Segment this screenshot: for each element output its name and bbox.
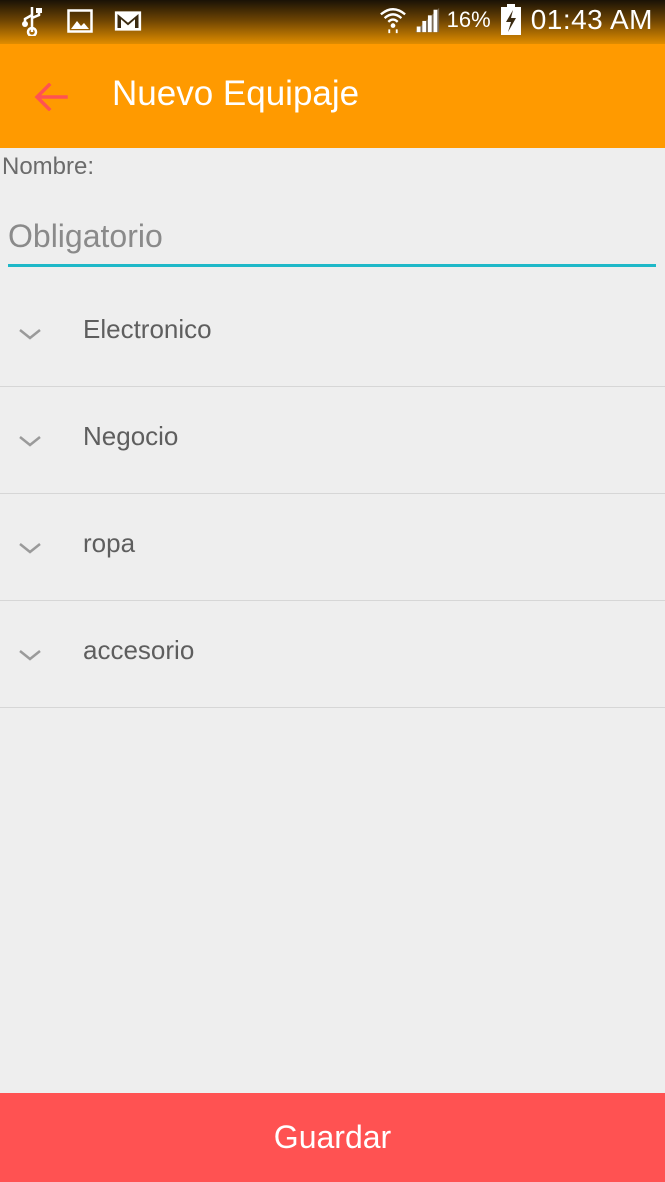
back-button[interactable]	[28, 74, 74, 120]
category-label: ropa	[83, 528, 136, 558]
app-toolbar: Nuevo Equipaje	[0, 44, 665, 148]
category-item-electronico[interactable]: Electronico	[0, 280, 665, 387]
usb-icon	[18, 6, 46, 36]
category-label: Electronico	[83, 314, 212, 344]
status-bar: 16% 01:43 AM	[0, 0, 665, 44]
category-label: Negocio	[83, 421, 179, 451]
signal-icon	[413, 5, 441, 35]
battery-percent: 16%	[446, 7, 491, 32]
arrow-back-icon	[34, 83, 68, 111]
gmail-icon	[114, 6, 142, 36]
status-bar-right: 16% 01:43 AM	[379, 4, 653, 36]
chevron-down-icon	[19, 329, 41, 340]
category-item-negocio[interactable]: Negocio	[0, 387, 665, 494]
name-label: Nombre:	[2, 153, 95, 180]
image-icon	[66, 6, 94, 36]
page-title: Nuevo Equipaje	[112, 74, 360, 113]
category-label: accesorio	[83, 635, 195, 665]
save-button[interactable]: Guardar	[0, 1093, 665, 1182]
name-input[interactable]	[8, 208, 656, 267]
clock: 01:43 AM	[530, 4, 653, 35]
category-item-accesorio[interactable]: accesorio	[0, 601, 665, 708]
category-item-ropa[interactable]: ropa	[0, 494, 665, 601]
battery-charging-icon	[497, 4, 525, 35]
status-bar-left	[18, 6, 142, 36]
wifi-icon	[379, 5, 407, 35]
chevron-down-icon	[19, 543, 41, 554]
chevron-down-icon	[19, 436, 41, 447]
chevron-down-icon	[19, 650, 41, 661]
category-list: Electronico Negocio ropa accesorio	[0, 280, 665, 708]
